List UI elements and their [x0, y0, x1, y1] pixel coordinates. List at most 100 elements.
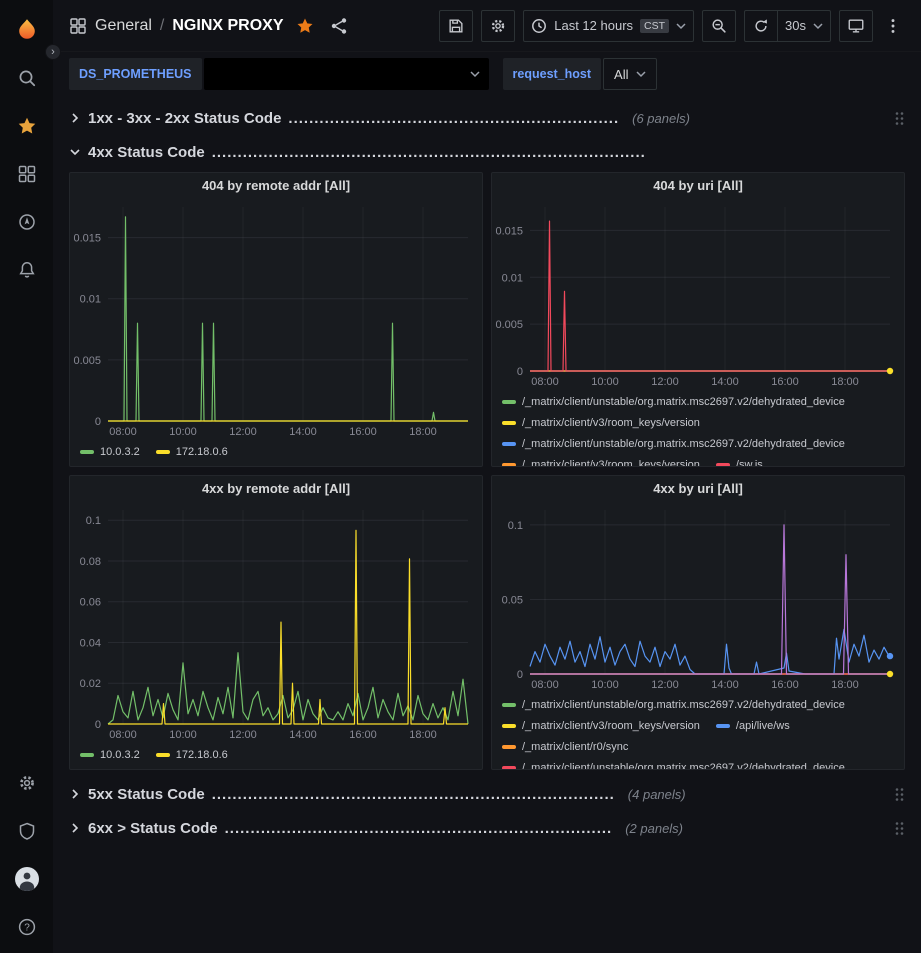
- panel-legend: /_matrix/client/unstable/org.matrix.msc2…: [492, 692, 904, 769]
- sidebar-collapse-button[interactable]: ›: [45, 44, 61, 60]
- ds-prometheus-value-dropdown[interactable]: [204, 58, 489, 90]
- search-icon: [17, 68, 37, 88]
- row-panel-count: (6 panels): [632, 111, 690, 126]
- svg-text:0.02: 0.02: [80, 678, 101, 690]
- share-dashboard-button[interactable]: [326, 10, 352, 42]
- cycle-view-mode-button[interactable]: [839, 10, 873, 42]
- legend-item[interactable]: /_matrix/client/v3/room_keys/version: [502, 454, 700, 466]
- legend-item[interactable]: 172.18.0.6: [156, 441, 228, 462]
- dashboard-title: NGINX PROXY: [172, 17, 283, 35]
- bell-icon: [17, 260, 37, 280]
- row-title: 5xx Status Code: [88, 786, 205, 803]
- legend-series-swatch: [156, 753, 170, 757]
- svg-text:14:00: 14:00: [289, 426, 317, 438]
- legend-item[interactable]: 172.18.0.6: [156, 744, 228, 765]
- zoom-out-time-button[interactable]: [702, 10, 736, 42]
- legend-item[interactable]: /_matrix/client/unstable/org.matrix.msc2…: [502, 757, 845, 769]
- legend-item[interactable]: 10.0.3.2: [80, 441, 140, 462]
- request-host-value-dropdown[interactable]: All: [603, 58, 657, 90]
- legend-series-name: /_matrix/client/v3/room_keys/version: [522, 459, 700, 467]
- sidebar-item-search[interactable]: [7, 58, 47, 98]
- refresh-interval-dropdown[interactable]: 30s: [777, 10, 831, 42]
- timeseries-chart[interactable]: 00.0050.010.01508:0010:0012:0014:0016:00…: [492, 199, 904, 389]
- refresh-interval-label: 30s: [785, 18, 806, 33]
- legend-series-name: /_matrix/client/unstable/org.matrix.msc2…: [522, 438, 845, 450]
- row-5xx-status-code[interactable]: 5xx Status Code ........................…: [69, 780, 905, 808]
- row-drag-handle[interactable]: [893, 787, 905, 802]
- save-dashboard-button[interactable]: [439, 10, 473, 42]
- svg-text:0.01: 0.01: [80, 294, 101, 306]
- legend-series-name: 10.0.3.2: [100, 446, 140, 458]
- sidebar-item-profile[interactable]: [7, 859, 47, 899]
- timeseries-chart[interactable]: 00.050.108:0010:0012:0014:0016:0018:00: [492, 502, 904, 692]
- sidebar-item-explore[interactable]: [7, 202, 47, 242]
- svg-text:08:00: 08:00: [109, 729, 137, 741]
- svg-text:0.1: 0.1: [508, 520, 523, 532]
- legend-item[interactable]: /_matrix/client/unstable/org.matrix.msc2…: [502, 433, 845, 454]
- time-range-picker[interactable]: Last 12 hours CST: [523, 10, 694, 42]
- legend-item[interactable]: /_matrix/client/unstable/org.matrix.msc2…: [502, 391, 845, 412]
- legend-item[interactable]: /_matrix/client/v3/room_keys/version: [502, 715, 700, 736]
- row-4xx-status-code[interactable]: 4xx Status Code ........................…: [69, 138, 905, 166]
- star-filled-icon: [296, 17, 314, 35]
- sidebar: ›: [0, 0, 53, 953]
- svg-text:12:00: 12:00: [229, 729, 257, 741]
- legend-item[interactable]: 10.0.3.2: [80, 744, 140, 765]
- refresh-icon: [752, 17, 770, 35]
- svg-text:16:00: 16:00: [349, 729, 377, 741]
- variable-value: All: [614, 67, 628, 82]
- svg-text:08:00: 08:00: [531, 376, 559, 388]
- breadcrumb: General / NGINX PROXY: [69, 17, 284, 35]
- row-1xx-3xx-2xx-status-code[interactable]: 1xx - 3xx - 2xx Status Code ............…: [69, 104, 905, 132]
- help-icon: ?: [17, 917, 37, 937]
- sidebar-item-configuration[interactable]: [7, 763, 47, 803]
- dashboard-header: General / NGINX PROXY: [53, 0, 921, 52]
- svg-text:0.015: 0.015: [495, 225, 523, 237]
- row-drag-handle[interactable]: [893, 821, 905, 836]
- legend-series-name: /sw.js: [736, 459, 763, 467]
- sidebar-item-starred[interactable]: [7, 106, 47, 146]
- svg-text:?: ?: [24, 923, 30, 934]
- legend-item[interactable]: /api/live/ws: [716, 715, 790, 736]
- legend-series-name: /_matrix/client/r0/sync: [522, 741, 628, 753]
- panel-title[interactable]: 4xx by remote addr [All]: [70, 476, 482, 502]
- svg-text:0.08: 0.08: [80, 556, 101, 568]
- refresh-button[interactable]: [744, 10, 778, 42]
- svg-text:0.1: 0.1: [86, 515, 101, 527]
- row-6xx-status-code[interactable]: 6xx > Status Code ......................…: [69, 814, 905, 842]
- svg-text:12:00: 12:00: [229, 426, 257, 438]
- legend-item[interactable]: /_matrix/client/v3/room_keys/version: [502, 412, 700, 433]
- dashboard-canvas: 1xx - 3xx - 2xx Status Code ............…: [53, 96, 921, 953]
- favorite-star-button[interactable]: [292, 10, 318, 42]
- legend-series-swatch: [502, 745, 516, 749]
- panel-legend: 10.0.3.2 172.18.0.6: [70, 742, 482, 769]
- panel-title[interactable]: 404 by remote addr [All]: [70, 173, 482, 199]
- svg-text:10:00: 10:00: [169, 426, 197, 438]
- row-title-dots: ........................................…: [212, 144, 646, 161]
- timeseries-chart[interactable]: 00.020.040.060.080.108:0010:0012:0014:00…: [70, 502, 482, 742]
- legend-item[interactable]: /_matrix/client/unstable/org.matrix.msc2…: [502, 694, 845, 715]
- legend-series-swatch: [156, 450, 170, 454]
- legend-series-name: /_matrix/client/v3/room_keys/version: [522, 417, 700, 429]
- legend-item[interactable]: /sw.js: [716, 454, 763, 466]
- svg-text:16:00: 16:00: [771, 376, 799, 388]
- sidebar-item-home[interactable]: [7, 10, 47, 50]
- sidebar-item-alerting[interactable]: [7, 250, 47, 290]
- svg-text:0.01: 0.01: [502, 272, 523, 284]
- drag-dots-icon: [895, 111, 904, 126]
- svg-text:0.005: 0.005: [73, 355, 101, 367]
- panel-title[interactable]: 404 by uri [All]: [492, 173, 904, 199]
- sidebar-item-help[interactable]: ?: [7, 907, 47, 947]
- legend-item[interactable]: /_matrix/client/r0/sync: [502, 736, 628, 757]
- legend-series-name: /api/live/ws: [736, 720, 790, 732]
- panel-title[interactable]: 4xx by uri [All]: [492, 476, 904, 502]
- breadcrumb-folder[interactable]: General: [95, 17, 152, 35]
- dashboard-settings-button[interactable]: [481, 10, 515, 42]
- sidebar-item-dashboards[interactable]: [7, 154, 47, 194]
- timeseries-chart[interactable]: 00.0050.010.01508:0010:0012:0014:0016:00…: [70, 199, 482, 439]
- svg-text:08:00: 08:00: [531, 679, 559, 691]
- legend-series-swatch: [502, 442, 516, 446]
- sidebar-item-server-admin[interactable]: [7, 811, 47, 851]
- more-options-button[interactable]: [881, 10, 905, 42]
- row-drag-handle[interactable]: [893, 111, 905, 126]
